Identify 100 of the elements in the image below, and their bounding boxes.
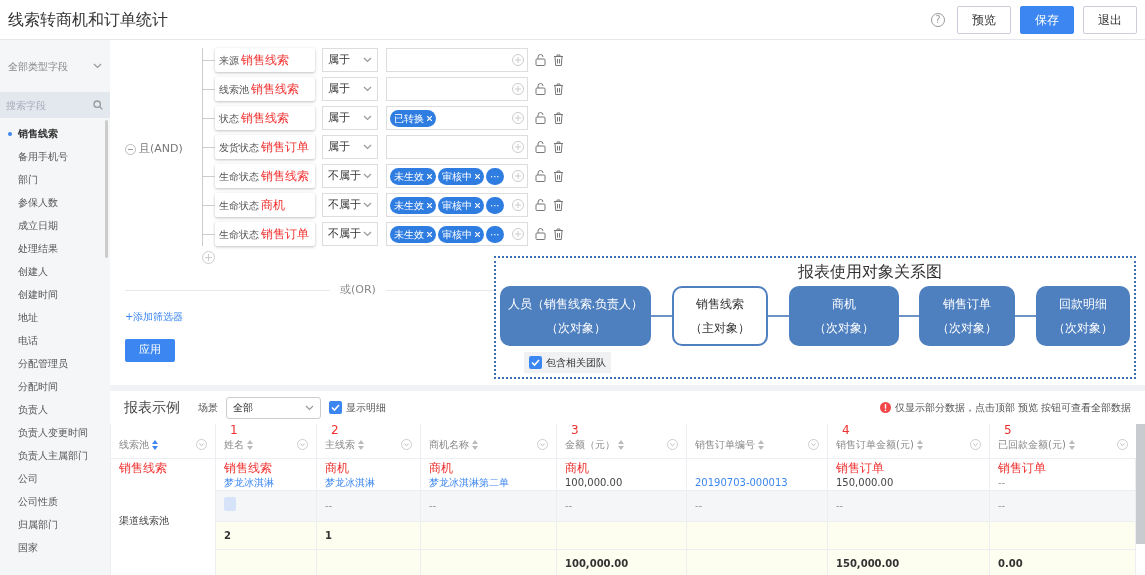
trash-icon[interactable]: [553, 228, 564, 240]
operator-select[interactable]: 不属于: [322, 193, 378, 217]
column-header[interactable]: 已回款金额(元) 5: [989, 424, 1136, 458]
tag[interactable]: ···: [486, 225, 504, 243]
scrollbar[interactable]: [105, 120, 108, 258]
field-box[interactable]: 生命状态 销售线索: [215, 164, 315, 188]
sidebar-item[interactable]: 地址: [0, 306, 110, 329]
value-field[interactable]: 已转换: [386, 106, 528, 130]
column-header[interactable]: 销售订单金额(元) 4: [827, 424, 990, 458]
column-header[interactable]: 姓名 1: [215, 424, 317, 458]
value-field[interactable]: [386, 77, 528, 101]
lock-icon[interactable]: [535, 170, 546, 182]
sort-icon[interactable]: [1068, 439, 1075, 450]
trash-icon[interactable]: [553, 199, 564, 211]
operator-select[interactable]: 属于: [322, 77, 378, 101]
column-menu-icon[interactable]: [196, 439, 207, 451]
plus-icon[interactable]: [512, 83, 524, 95]
sort-icon[interactable]: [618, 439, 624, 450]
header-button[interactable]: 预览: [957, 5, 1011, 34]
column-header[interactable]: 线索池: [110, 424, 216, 458]
sidebar-item[interactable]: 创建时间: [0, 283, 110, 306]
sidebar-item[interactable]: 分配时间: [0, 375, 110, 398]
sidebar-item[interactable]: 公司性质: [0, 490, 110, 513]
column-menu-icon[interactable]: [808, 439, 819, 451]
sidebar-item[interactable]: 负责人变更时间: [0, 421, 110, 444]
trash-icon[interactable]: [553, 170, 564, 182]
sidebar-item[interactable]: 备用手机号: [0, 145, 110, 168]
sidebar-item[interactable]: 电话: [0, 329, 110, 352]
value-field[interactable]: [386, 135, 528, 159]
column-header[interactable]: 商机名称: [420, 424, 557, 458]
lock-icon[interactable]: [535, 141, 546, 153]
table-link[interactable]: 梦龙冰淇淋第二单: [429, 476, 509, 488]
sort-icon[interactable]: [916, 439, 923, 450]
tag[interactable]: ···: [486, 167, 504, 185]
trash-icon[interactable]: [553, 83, 564, 95]
plus-icon[interactable]: [512, 112, 524, 124]
field-box[interactable]: 生命状态 销售订单: [215, 222, 315, 246]
operator-select[interactable]: 属于: [322, 106, 378, 130]
column-menu-icon[interactable]: [401, 439, 412, 451]
plus-icon[interactable]: [512, 199, 524, 211]
tag[interactable]: 审核中: [438, 225, 484, 243]
column-menu-icon[interactable]: [537, 439, 548, 451]
sidebar-item[interactable]: 分配管理员: [0, 352, 110, 375]
tag[interactable]: 审核中: [438, 196, 484, 214]
operator-select[interactable]: 不属于: [322, 222, 378, 246]
header-button[interactable]: 保存: [1020, 5, 1074, 34]
sidebar-item[interactable]: 参保人数: [0, 191, 110, 214]
sort-icon[interactable]: [758, 439, 764, 450]
sort-icon[interactable]: [247, 439, 253, 450]
plus-icon[interactable]: [512, 54, 524, 66]
sidebar-item[interactable]: 部门: [0, 168, 110, 191]
column-menu-icon[interactable]: [297, 439, 308, 451]
tag[interactable]: 审核中: [438, 167, 484, 185]
scene-select[interactable]: 全部: [226, 396, 321, 419]
lock-icon[interactable]: [535, 199, 546, 211]
column-header[interactable]: 销售订单编号: [686, 424, 828, 458]
tag[interactable]: 未生效: [390, 225, 436, 243]
apply-button[interactable]: 应用: [125, 338, 175, 362]
add-condition-icon[interactable]: [202, 251, 215, 264]
checkbox[interactable]: [329, 401, 342, 414]
sidebar-item[interactable]: 创建人: [0, 260, 110, 283]
scrollbar[interactable]: [1136, 424, 1145, 544]
operator-select[interactable]: 属于: [322, 48, 378, 72]
field-box[interactable]: 发货状态 销售订单: [215, 135, 315, 159]
table-link[interactable]: 梦龙冰淇淋: [224, 476, 274, 488]
operator-select[interactable]: 不属于: [322, 164, 378, 188]
value-field[interactable]: 未生效 审核中 ···: [386, 193, 528, 217]
field-type-select[interactable]: 全部类型字段: [0, 40, 110, 92]
column-header[interactable]: 主线索 2: [316, 424, 421, 458]
tag[interactable]: 未生效: [390, 196, 436, 214]
field-box[interactable]: 线索池 销售线索: [215, 77, 315, 101]
sort-icon[interactable]: [472, 439, 478, 450]
plus-icon[interactable]: [512, 170, 524, 182]
tag[interactable]: 已转换: [390, 109, 436, 127]
sidebar-item[interactable]: 公司: [0, 467, 110, 490]
sidebar-item[interactable]: 处理结果: [0, 237, 110, 260]
lock-icon[interactable]: [535, 112, 546, 124]
sidebar-item[interactable]: 归属部门: [0, 513, 110, 536]
field-box[interactable]: 状态 销售线索: [215, 106, 315, 130]
sort-icon[interactable]: [358, 439, 364, 450]
value-field[interactable]: 未生效 审核中 ···: [386, 164, 528, 188]
header-button[interactable]: 退出: [1083, 5, 1137, 34]
checkbox[interactable]: [529, 356, 542, 369]
operator-select[interactable]: 属于: [322, 135, 378, 159]
preview-link[interactable]: 预览: [1017, 402, 1038, 413]
sidebar-item[interactable]: 成立日期: [0, 214, 110, 237]
lock-icon[interactable]: [535, 228, 546, 240]
lock-icon[interactable]: [535, 83, 546, 95]
tag[interactable]: ···: [486, 196, 504, 214]
value-field[interactable]: 未生效 审核中 ···: [386, 222, 528, 246]
value-field[interactable]: [386, 48, 528, 72]
plus-icon[interactable]: [512, 141, 524, 153]
sort-icon[interactable]: [152, 439, 158, 450]
sidebar-item[interactable]: 国家: [0, 536, 110, 559]
trash-icon[interactable]: [553, 54, 564, 66]
sidebar-item[interactable]: 负责人: [0, 398, 110, 421]
add-filter-link[interactable]: +添加筛选器: [125, 308, 184, 324]
column-menu-icon[interactable]: [667, 439, 678, 451]
column-header[interactable]: 金额（元） 3: [556, 424, 687, 458]
sidebar-item[interactable]: 销售线索: [0, 122, 110, 145]
